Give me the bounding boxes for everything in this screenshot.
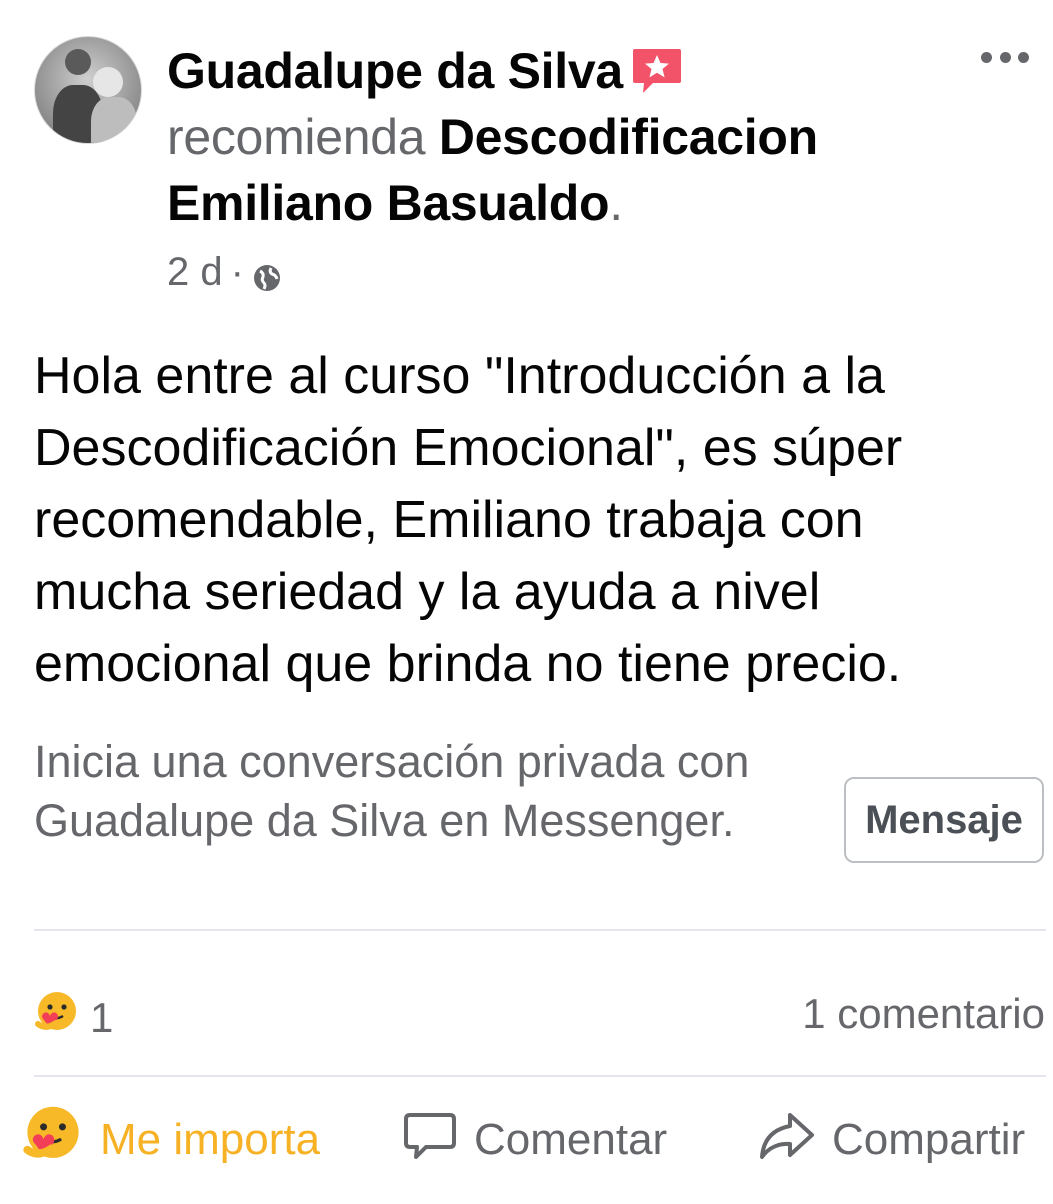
care-reaction-icon [22,1104,84,1177]
author-name[interactable]: Guadalupe da Silva [167,43,623,99]
author-avatar[interactable] [34,36,142,144]
avatar-figure [65,49,91,75]
reaction-count: 1 [90,994,114,1041]
care-reaction-label: Me importa [100,1115,321,1164]
message-button[interactable]: Mensaje [844,777,1044,863]
meta-separator: · [230,250,244,294]
share-icon [758,1107,816,1174]
messenger-prompt: Inicia una conversación privada con Guad… [34,736,750,846]
share-label: Compartir [832,1115,1026,1164]
page-name-period: . [609,175,623,231]
care-reaction-icon [34,990,80,1046]
avatar-figure [91,97,137,143]
comment-button[interactable]: Comentar [402,1104,667,1176]
recommendation-badge-icon [631,45,683,93]
post-header: Guadalupe da Silva recomienda Descodific… [167,38,927,236]
post-body: Hola entre al curso "Introducción a la D… [34,347,903,693]
more-options-icon[interactable] [981,42,1029,72]
comment-label: Comentar [474,1115,668,1164]
divider [34,929,1046,931]
recommend-verb: recomienda [167,109,426,165]
post-time[interactable]: 2 d [167,250,223,295]
post-card: Guadalupe da Silva recomienda Descodific… [0,0,1053,1204]
avatar-figure [93,67,123,97]
share-button[interactable]: Compartir [758,1104,1025,1176]
care-reaction-button[interactable]: Me importa [22,1104,320,1176]
post-meta: 2 d · [167,250,282,295]
comments-count[interactable]: 1 comentario [802,990,1045,1038]
globe-icon [252,258,282,291]
divider [34,1075,1046,1077]
comment-icon [402,1107,458,1174]
reactions-summary[interactable]: 1 [34,990,113,1046]
